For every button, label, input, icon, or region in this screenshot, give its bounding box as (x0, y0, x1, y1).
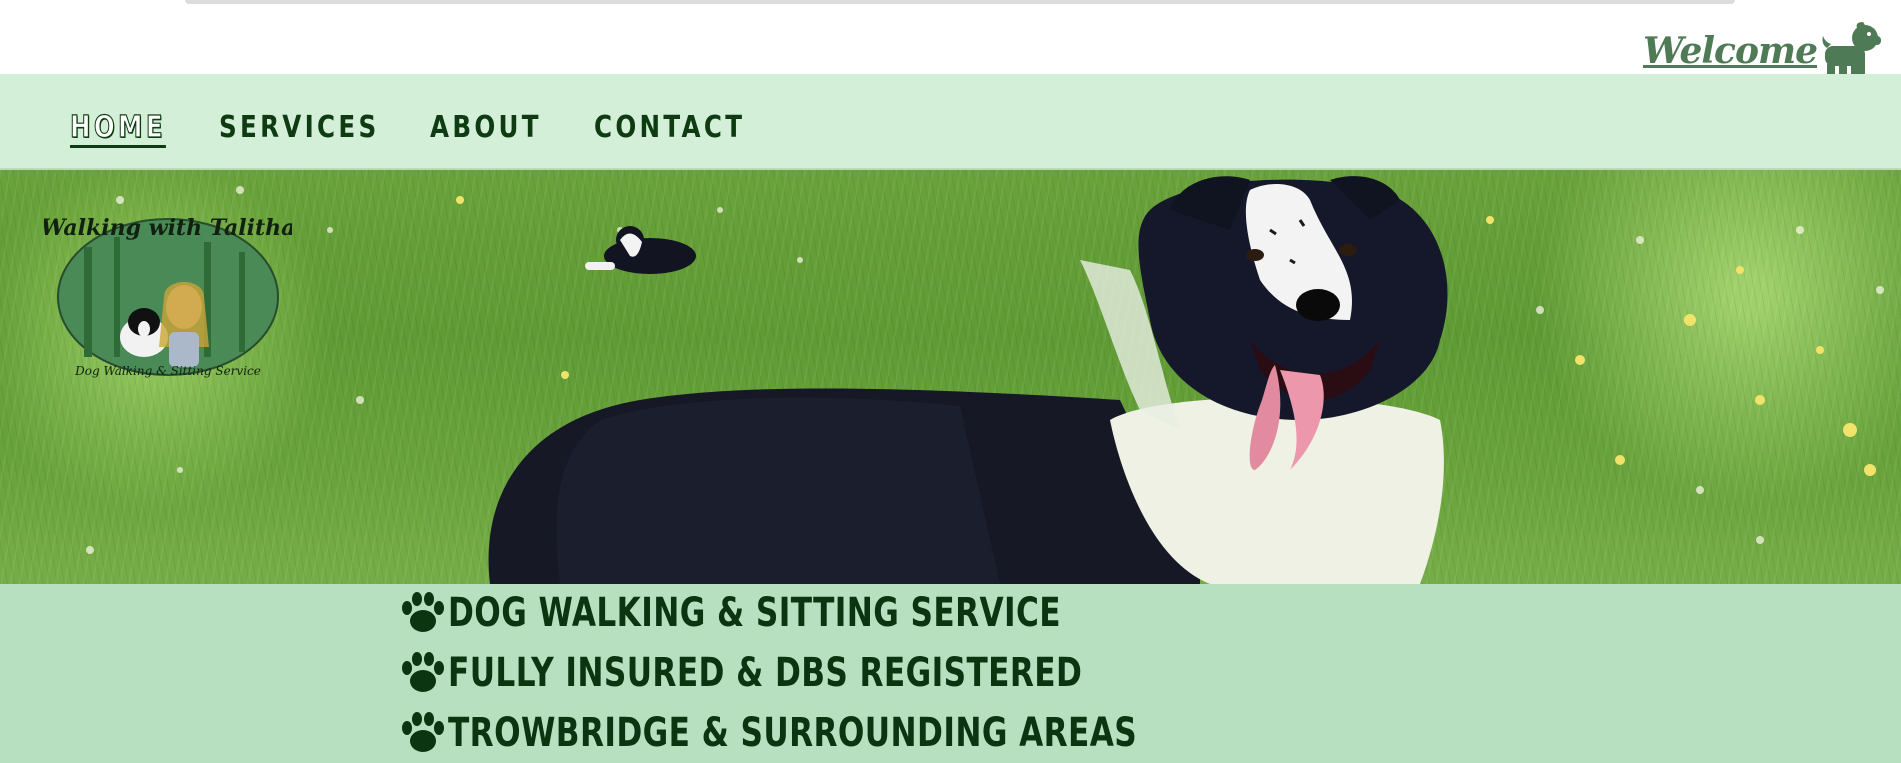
logo-title: Walking with Talitha (44, 215, 292, 241)
nav-about[interactable]: ABOUT (430, 110, 542, 145)
logo-subtitle: Dog Walking & Sitting Service (74, 364, 261, 378)
paw-icon (402, 592, 444, 632)
feature-text: FULLY INSURED & DBS REGISTERED (448, 650, 1083, 696)
feature-item: TROWBRIDGE & SURROUNDING AREAS (398, 706, 1332, 760)
main-nav: HOME SERVICES ABOUT CONTACT (0, 74, 1901, 170)
site-header: Welcome (0, 8, 1901, 80)
feature-item: DOG WALKING & SITTING SERVICE (398, 586, 1234, 640)
site-logo[interactable]: Walking with Talitha Dog Walking & Sitti… (41, 197, 296, 387)
nav-contact[interactable]: CONTACT (594, 110, 745, 145)
nav-home[interactable]: HOME (70, 109, 166, 148)
feature-text: DOG WALKING & SITTING SERVICE (448, 590, 1062, 636)
nav-services[interactable]: SERVICES (219, 110, 379, 145)
feature-item: FULLY INSURED & DBS REGISTERED (398, 646, 1261, 700)
features-section: DOG WALKING & SITTING SERVICE FULLY INSU… (0, 584, 1901, 763)
scroll-bar-top (185, 0, 1735, 4)
distant-dog (585, 226, 696, 274)
paw-icon (402, 712, 444, 752)
hero-banner: Walking with Talitha Dog Walking & Sitti… (0, 170, 1901, 584)
dog-icon[interactable] (1817, 22, 1881, 82)
welcome-link[interactable]: Welcome (1643, 30, 1818, 72)
paw-icon (402, 652, 444, 692)
feature-text: TROWBRIDGE & SURROUNDING AREAS (448, 710, 1138, 756)
